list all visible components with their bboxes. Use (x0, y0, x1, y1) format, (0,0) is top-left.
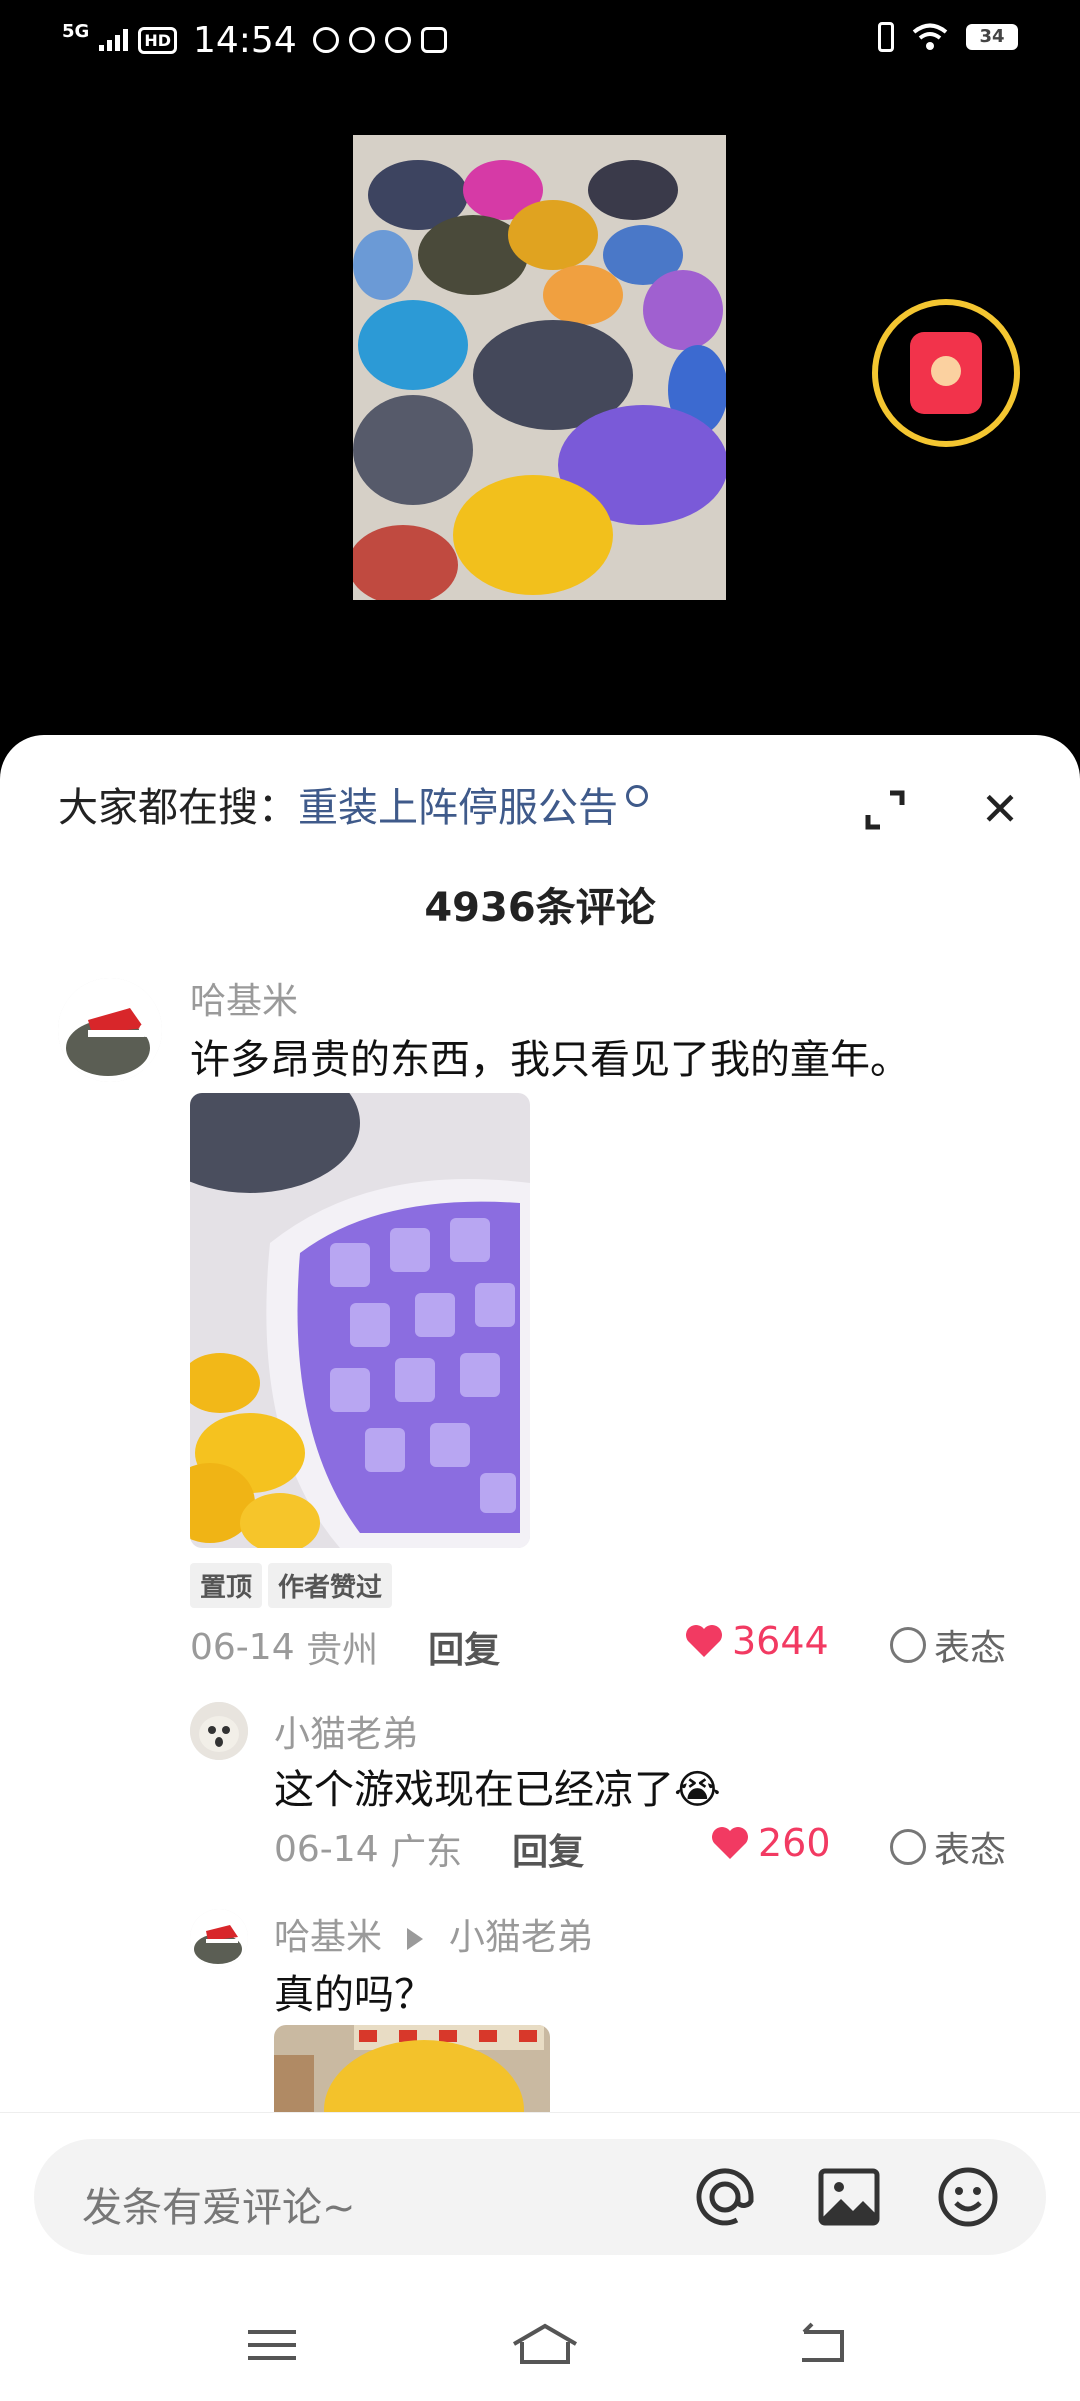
pinned-tag: 置顶 (190, 1563, 263, 1608)
reply-image[interactable] (274, 2025, 550, 2115)
red-packet-button[interactable] (872, 299, 1020, 447)
expand-icon[interactable] (860, 785, 910, 835)
reply-username[interactable]: 哈基米 (274, 1917, 382, 1958)
emoji-icon[interactable] (936, 2165, 1000, 2229)
reply-text: 这个游戏现在已经凉了😭 (274, 1767, 721, 1813)
avatar[interactable] (58, 978, 162, 1082)
signal-icon (99, 29, 129, 51)
comment-date: 06-14 (190, 1626, 295, 1668)
menu-icon[interactable] (242, 2320, 302, 2370)
comment-image[interactable] (190, 1093, 530, 1548)
reply-location: 广东 (390, 1832, 463, 1873)
author-liked-tag: 作者赞过 (268, 1563, 393, 1608)
shield-notification-icon (348, 27, 375, 53)
react-label: 表态 (934, 1628, 1007, 1669)
like-count: 3644 (732, 1619, 829, 1663)
trending-search-prefix: 大家都在搜： (58, 785, 298, 831)
comments-count-title: 4936条评论 (424, 885, 656, 931)
reply-meta: 06-14 广东 回复 (274, 1823, 584, 1875)
image-icon[interactable] (817, 2165, 881, 2229)
like-count: 260 (758, 1821, 831, 1865)
react-smile-icon (890, 1627, 926, 1663)
reply-arrow-icon (407, 1928, 424, 1950)
comment-meta: 06-14 贵州 回复 (190, 1621, 500, 1673)
trending-search[interactable]: 大家都在搜：重装上阵停服公告 (58, 775, 648, 833)
hd-badge: HD (138, 26, 177, 54)
comment-text: 许多昂贵的东西，我只看见了我的童年。 (190, 1037, 910, 1083)
like-button[interactable]: 3644 (684, 1619, 829, 1663)
battery-indicator: 34 (966, 24, 1018, 50)
at-icon[interactable] (693, 2165, 757, 2229)
like-button[interactable]: 260 (710, 1821, 831, 1865)
avatar[interactable] (190, 1909, 248, 1967)
video-frame-image (353, 135, 726, 600)
heart-icon (712, 1827, 748, 1859)
home-icon[interactable] (510, 2320, 580, 2370)
video-thumbnail[interactable] (353, 135, 726, 600)
search-icon (626, 785, 648, 807)
notification-icon (312, 27, 339, 53)
trending-search-query[interactable]: 重装上阵停服公告 (298, 785, 618, 831)
react-button[interactable]: 表态 (890, 1619, 1006, 1671)
react-label: 表态 (934, 1830, 1007, 1871)
network-type: 5G (62, 21, 90, 42)
comment-input-placeholder: 发条有爱评论~ (82, 2185, 356, 2231)
reply-username[interactable]: 小猫老弟 (274, 1705, 418, 1757)
close-icon[interactable]: ✕ (972, 781, 1028, 837)
vibrate-icon (878, 22, 894, 52)
back-icon[interactable] (794, 2320, 854, 2370)
shield-notification-icon-2 (384, 27, 411, 53)
wifi-icon (912, 23, 948, 50)
comment-username[interactable]: 哈基米 (190, 972, 298, 1024)
red-packet-icon (910, 332, 982, 414)
avatar[interactable] (190, 1702, 248, 1760)
clock: 14:54 (192, 19, 297, 61)
reply-date: 06-14 (274, 1828, 379, 1870)
reply-to-username[interactable]: 小猫老弟 (449, 1917, 593, 1958)
status-bar: 5G HD 14:54 34 (0, 0, 1080, 80)
reply-text: 真的吗？ (274, 1972, 434, 2018)
reply-button[interactable]: 回复 (428, 1621, 500, 1673)
comment-location: 贵州 (306, 1630, 379, 1671)
react-button[interactable]: 表态 (890, 1821, 1006, 1873)
play-notification-icon (420, 27, 447, 53)
heart-icon (686, 1625, 722, 1657)
reply-button[interactable]: 回复 (512, 1823, 584, 1875)
system-navigation-bar (0, 2290, 1080, 2400)
react-smile-icon (890, 1829, 926, 1865)
comment-input[interactable]: 发条有爱评论~ (34, 2139, 1046, 2255)
reply-header: 哈基米 小猫老弟 (274, 1908, 593, 1960)
